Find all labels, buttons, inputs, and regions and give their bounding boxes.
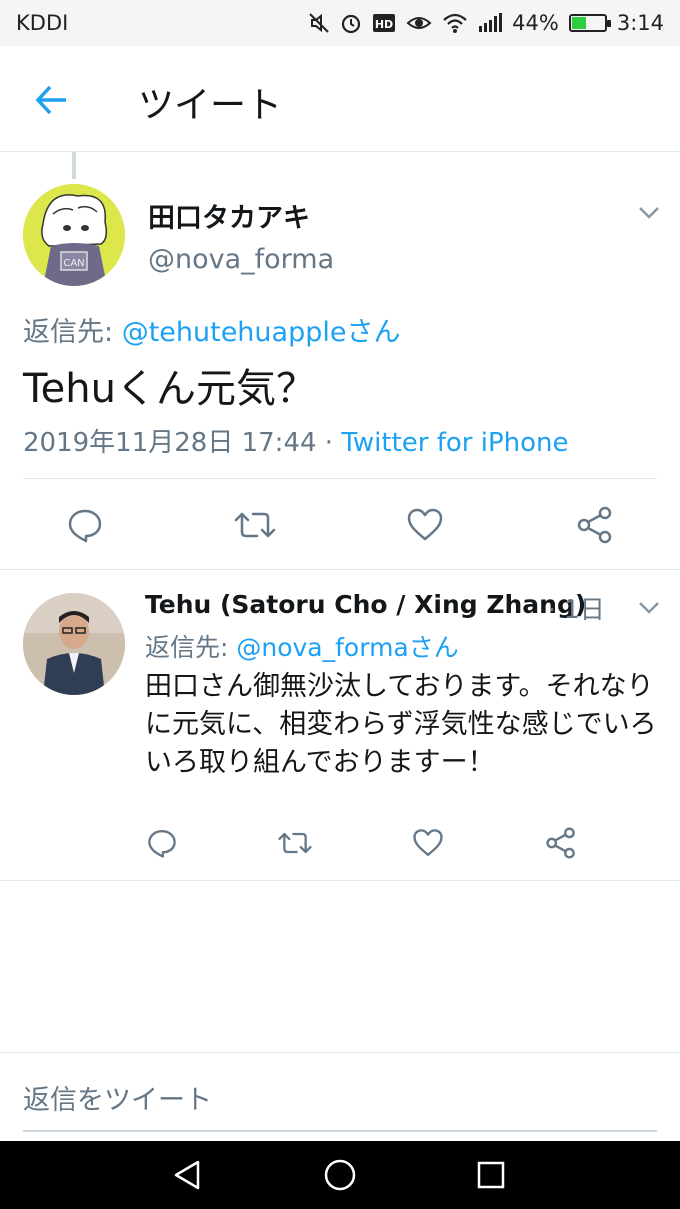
retweet-icon[interactable] — [233, 506, 277, 544]
reply-to-line: 返信先: @nova_formaさん — [145, 628, 459, 664]
divider — [0, 880, 680, 881]
relative-time: · 1日 — [548, 595, 605, 624]
chevron-down-icon[interactable] — [638, 205, 660, 219]
thread-connector-line — [72, 152, 76, 179]
clock: 3:14 — [616, 11, 664, 35]
divider — [0, 1052, 680, 1053]
page-title: ツイート — [138, 85, 283, 126]
retweet-icon[interactable] — [277, 827, 313, 859]
mute-icon — [308, 12, 330, 34]
svg-text:HD: HD — [375, 18, 393, 31]
system-nav-bar — [0, 1141, 680, 1209]
like-icon[interactable] — [412, 827, 444, 859]
avatar[interactable] — [23, 593, 125, 695]
eye-icon — [406, 13, 432, 33]
battery-percent: 44% — [512, 11, 559, 35]
wifi-icon — [442, 12, 468, 34]
share-icon[interactable] — [576, 505, 614, 545]
reply-icon[interactable] — [66, 506, 104, 544]
signal-icon — [478, 13, 503, 33]
battery-icon — [568, 14, 611, 32]
tweet-text: Tehuくん元気？ — [23, 366, 316, 412]
divider — [0, 569, 680, 570]
user-handle[interactable]: @nova_forma — [148, 244, 334, 275]
tweet-meta: 2019年11月28日 17:44 · Twitter for iPhone — [23, 422, 569, 459]
divider — [23, 478, 657, 479]
reply-to-link[interactable]: @nova_formaさん — [236, 633, 458, 662]
reply-to-prefix: 返信先: — [23, 317, 122, 348]
tweet-text: 田口さん御無沙汰しております。それなりに元気に、相変わらず浮気性な感じでいろいろ… — [145, 671, 657, 778]
reply-icon[interactable] — [146, 827, 178, 859]
reply-compose-input[interactable]: 返信をツイート — [23, 1078, 212, 1117]
display-name[interactable]: Tehu (Satoru Cho / Xing Zhang) — [145, 590, 586, 619]
app-header: ツイート — [0, 46, 680, 152]
nav-home-icon[interactable] — [323, 1158, 357, 1196]
carrier-label: KDDI — [16, 11, 69, 35]
back-arrow-icon[interactable] — [34, 82, 70, 118]
status-bar: KDDI HD 44% 3:14 — [0, 0, 680, 46]
share-icon[interactable] — [545, 826, 577, 860]
source-link[interactable]: Twitter for iPhone — [341, 428, 568, 458]
alarm-icon — [340, 12, 362, 34]
chevron-down-icon[interactable] — [638, 600, 660, 614]
status-icons: HD 44% 3:14 — [308, 11, 664, 35]
timestamp: 2019年11月28日 17:44 · — [23, 428, 342, 458]
reply-to-line: 返信先: @tehutehuappleさん — [23, 310, 400, 349]
divider — [23, 1130, 657, 1132]
reply-to-link[interactable]: @tehutehuappleさん — [122, 317, 401, 348]
nav-back-icon[interactable] — [172, 1159, 204, 1195]
svg-text:CAN: CAN — [63, 258, 84, 269]
reply-to-prefix: 返信先: — [145, 633, 237, 662]
display-name[interactable]: 田口タカアキ — [148, 196, 310, 235]
avatar[interactable]: CAN — [23, 184, 125, 286]
like-icon[interactable] — [406, 506, 444, 544]
nav-recents-icon[interactable] — [477, 1161, 505, 1193]
hd-icon: HD — [372, 13, 396, 33]
